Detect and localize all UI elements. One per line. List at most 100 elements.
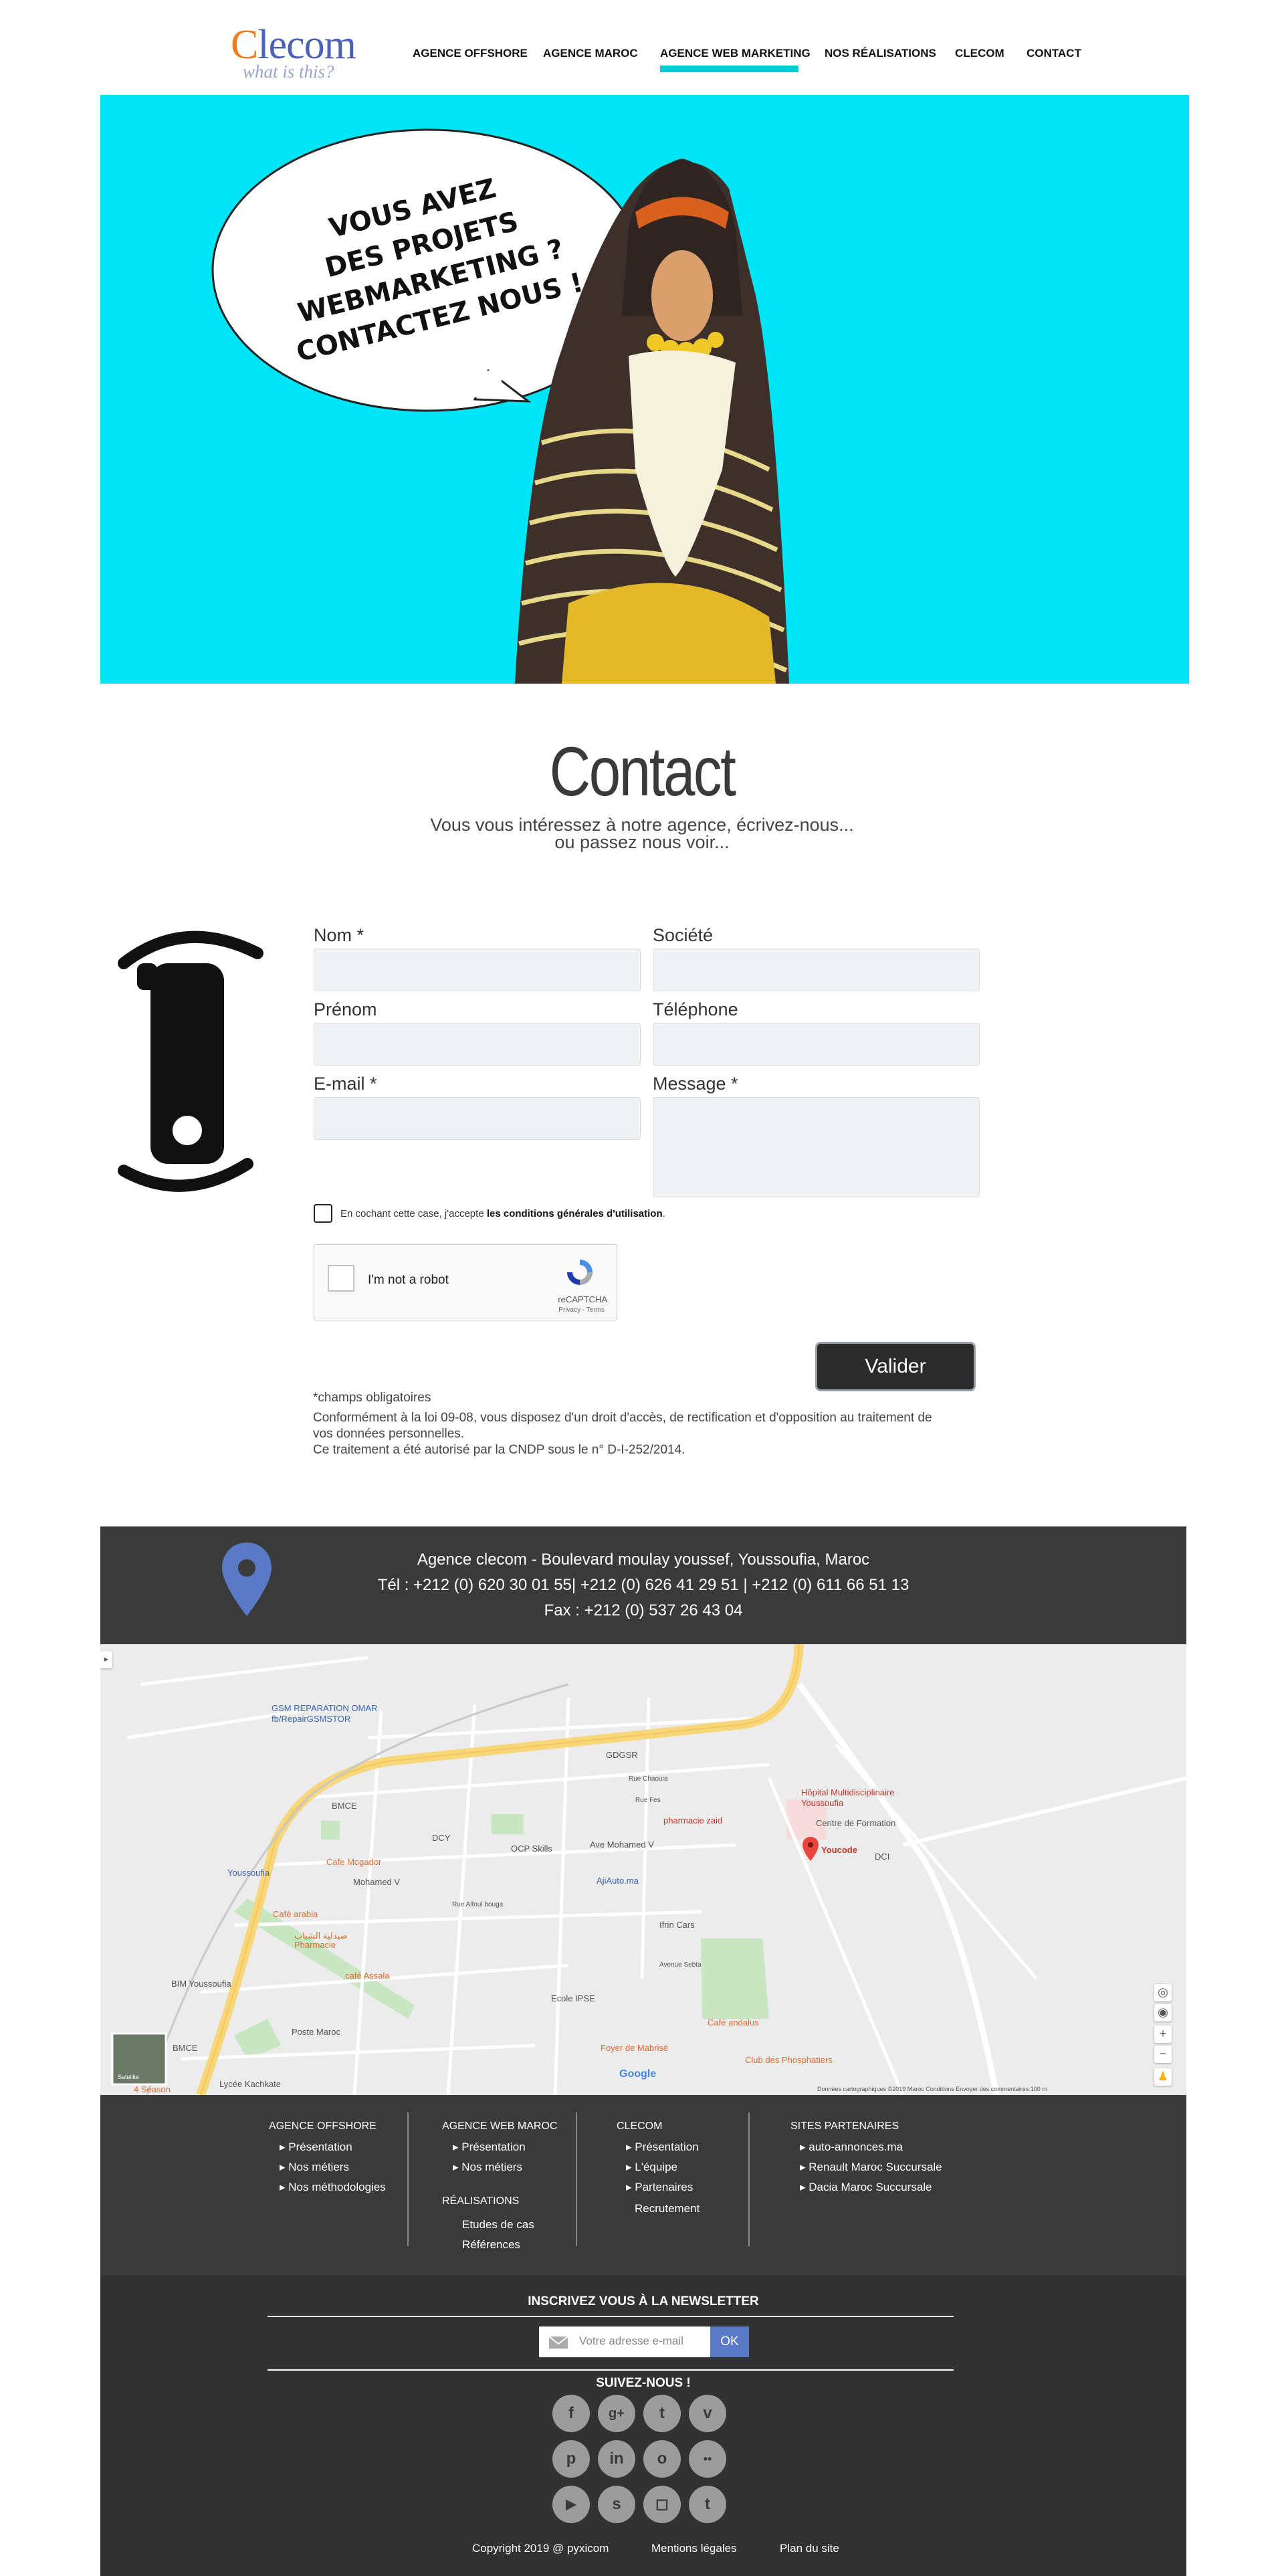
- societe-field[interactable]: [653, 949, 980, 991]
- map-label-dcy[interactable]: DCY: [432, 1833, 450, 1843]
- map-location-icon[interactable]: ◉: [1154, 2004, 1172, 2021]
- key-icon: [118, 930, 263, 1192]
- footer-col3-item[interactable]: ▸ Présentation: [626, 2141, 699, 2154]
- footer-col2-title2[interactable]: RÉALISATIONS: [442, 2195, 519, 2207]
- map-label-pharmacie: Pharmacie: [294, 1940, 336, 1950]
- map-zoom-out-button[interactable]: −: [1154, 2046, 1172, 2063]
- map-label-cafe-mogador[interactable]: Cafe Mogador: [326, 1857, 381, 1867]
- map-label-ifrin[interactable]: Ifrin Cars: [659, 1920, 695, 1930]
- map-panel-toggle[interactable]: ▸: [100, 1651, 112, 1668]
- newsletter-ok-button[interactable]: OK: [710, 2326, 749, 2357]
- map-label-lycee[interactable]: Lycée Kachkate: [219, 2079, 281, 2089]
- map-label-ave-mohamed: Ave Mohamed V: [590, 1840, 654, 1850]
- map-pegman-icon[interactable]: ♟: [1154, 2068, 1172, 2086]
- nav-agence-web-marketing[interactable]: AGENCE WEB MARKETING: [660, 47, 811, 60]
- nav-agence-offshore[interactable]: AGENCE OFFSHORE: [413, 47, 528, 60]
- page-subtitle: Vous vous intéressez à notre agence, écr…: [0, 815, 1284, 852]
- message-field[interactable]: [653, 1097, 980, 1197]
- newsletter-placeholder: Votre adresse e-mail: [579, 2335, 683, 2347]
- map-label-ajiauto[interactable]: AjiAuto.ma: [597, 1876, 639, 1886]
- follow-title: SUIVEZ-NOUS !: [596, 2376, 691, 2390]
- map-label-club[interactable]: Club des Phosphatiers: [745, 2055, 833, 2065]
- telephone-field[interactable]: [653, 1023, 980, 1066]
- recaptcha-checkbox[interactable]: [328, 1265, 354, 1292]
- footer-col1-item[interactable]: ▸ Nos méthodologies: [280, 2181, 386, 2194]
- tumblr-icon[interactable]: t: [689, 2486, 726, 2523]
- nom-field[interactable]: [314, 949, 641, 991]
- site-header: Clecom what is this? AGENCE OFFSHORE AGE…: [0, 0, 1284, 95]
- map-label-gdgsr[interactable]: GDGSR: [606, 1750, 638, 1760]
- newsletter-email-input[interactable]: Votre adresse e-mail: [539, 2326, 710, 2357]
- nav-contact[interactable]: CONTACT: [1027, 47, 1081, 60]
- footer-col3-item[interactable]: ▸ Partenaires: [626, 2181, 693, 2194]
- footer-col2-item[interactable]: Références: [462, 2238, 520, 2252]
- map-compass-icon[interactable]: ◎: [1154, 1984, 1172, 2001]
- footer-col3-title[interactable]: CLECOM: [617, 2120, 662, 2133]
- map-label-ecole[interactable]: Ecole IPSE: [551, 1993, 595, 2003]
- pinterest-icon[interactable]: p: [552, 2440, 590, 2478]
- footer-col4-item[interactable]: ▸ Renault Maroc Succursale: [800, 2161, 942, 2174]
- prenom-field[interactable]: [314, 1023, 641, 1066]
- cgu-link[interactable]: les conditions générales d'utilisation: [487, 1208, 663, 1219]
- footer-col1-item[interactable]: ▸ Nos métiers: [280, 2161, 349, 2174]
- envelope-icon: [548, 2336, 568, 2349]
- stumble-icon[interactable]: s: [598, 2486, 635, 2523]
- map-label-mohamed-v: Mohamed V: [353, 1877, 401, 1887]
- map-label-bim[interactable]: BIM Youssoufia: [171, 1979, 231, 1989]
- map-label-bmce[interactable]: BMCE: [332, 1801, 357, 1811]
- nav-nos-realisations[interactable]: NOS RÉALISATIONS: [825, 47, 936, 60]
- mentions-legales-link[interactable]: Mentions légales: [651, 2542, 737, 2555]
- recaptcha-terms[interactable]: Privacy - Terms: [558, 1306, 605, 1314]
- footer-col3-item[interactable]: Recrutement: [635, 2202, 700, 2215]
- nav-clecom[interactable]: CLECOM: [955, 47, 1004, 60]
- youtube-icon[interactable]: ▶: [552, 2486, 590, 2523]
- map-label-rue-fes: Rue Fes: [635, 1797, 661, 1804]
- twitter-icon[interactable]: t: [643, 2395, 681, 2432]
- linkedin-icon[interactable]: in: [598, 2440, 635, 2478]
- prenom-label: Prénom: [314, 999, 377, 1019]
- map-label-poste[interactable]: Poste Maroc: [292, 2027, 340, 2037]
- flattr-icon[interactable]: o: [643, 2440, 681, 2478]
- clecom-logo[interactable]: Clecom what is this?: [231, 21, 364, 88]
- subtitle-line-1: Vous vous intéressez à notre agence, écr…: [430, 815, 854, 835]
- consent-checkbox[interactable]: [314, 1204, 332, 1223]
- newsletter-divider: [268, 2316, 954, 2317]
- footer-col1-title[interactable]: AGENCE OFFSHORE: [269, 2120, 377, 2133]
- email-field[interactable]: [314, 1097, 641, 1140]
- map-label-dci[interactable]: DCI: [875, 1852, 889, 1862]
- instagram-icon[interactable]: ◻: [643, 2486, 681, 2523]
- facebook-icon[interactable]: f: [552, 2395, 590, 2432]
- footer-col2-item[interactable]: ▸ Nos métiers: [453, 2161, 522, 2174]
- footer-col1-item[interactable]: ▸ Présentation: [280, 2141, 352, 2154]
- google-map[interactable]: GSM REPARATION OMAR fb/RepairGSMSTOR GDG…: [100, 1644, 1186, 2095]
- flickr-icon[interactable]: ••: [689, 2440, 726, 2478]
- map-label-four-season[interactable]: 4 Season: [134, 2084, 171, 2094]
- map-label-cafe-assala[interactable]: café Assala: [345, 1971, 390, 1981]
- viadeo-icon[interactable]: v: [689, 2395, 726, 2432]
- footer-col2-title[interactable]: AGENCE WEB MAROC: [442, 2120, 557, 2133]
- footer-col3-item[interactable]: ▸ L'équipe: [626, 2161, 677, 2174]
- map-label-gsm[interactable]: GSM REPARATION OMAR: [272, 1703, 377, 1713]
- map-label-cafe-andalus[interactable]: Café andalus: [708, 2017, 759, 2027]
- submit-button[interactable]: Valider: [815, 1342, 976, 1391]
- map-label-bmce-2[interactable]: BMCE: [173, 2043, 198, 2053]
- footer-col2-item[interactable]: ▸ Présentation: [453, 2141, 526, 2154]
- plan-du-site-link[interactable]: Plan du site: [780, 2542, 839, 2555]
- map-label-youcode[interactable]: Youcode: [821, 1845, 857, 1855]
- message-label: Message *: [653, 1074, 738, 1094]
- map-label-ocp[interactable]: OCP Skills: [511, 1844, 552, 1854]
- map-label-foyer[interactable]: Foyer de Mabrisé: [601, 2043, 668, 2053]
- footer-col4-item[interactable]: ▸ auto-annonces.ma: [800, 2141, 903, 2154]
- footer-col4-item[interactable]: ▸ Dacia Maroc Succursale: [800, 2181, 932, 2194]
- nav-agence-maroc[interactable]: AGENCE MAROC: [543, 47, 638, 60]
- footer-col2-item[interactable]: Etudes de cas: [462, 2218, 534, 2232]
- map-label-cafe-arabia[interactable]: Café arabia: [273, 1909, 318, 1919]
- map-label-hopital[interactable]: Hôpital Multidisciplinaire: [801, 1787, 894, 1797]
- map-zoom-in-button[interactable]: +: [1154, 2025, 1172, 2043]
- map-label-youssoufia[interactable]: Youssoufia: [227, 1868, 270, 1878]
- map-label-centre[interactable]: Centre de Formation: [816, 1818, 895, 1828]
- googleplus-icon[interactable]: g+: [598, 2395, 635, 2432]
- map-label-pharmacie-zaid[interactable]: pharmacie zaid: [663, 1815, 722, 1825]
- footer-col4-title[interactable]: SITES PARTENAIRES: [790, 2120, 899, 2133]
- map-satellite-toggle[interactable]: Satellite: [118, 2074, 139, 2080]
